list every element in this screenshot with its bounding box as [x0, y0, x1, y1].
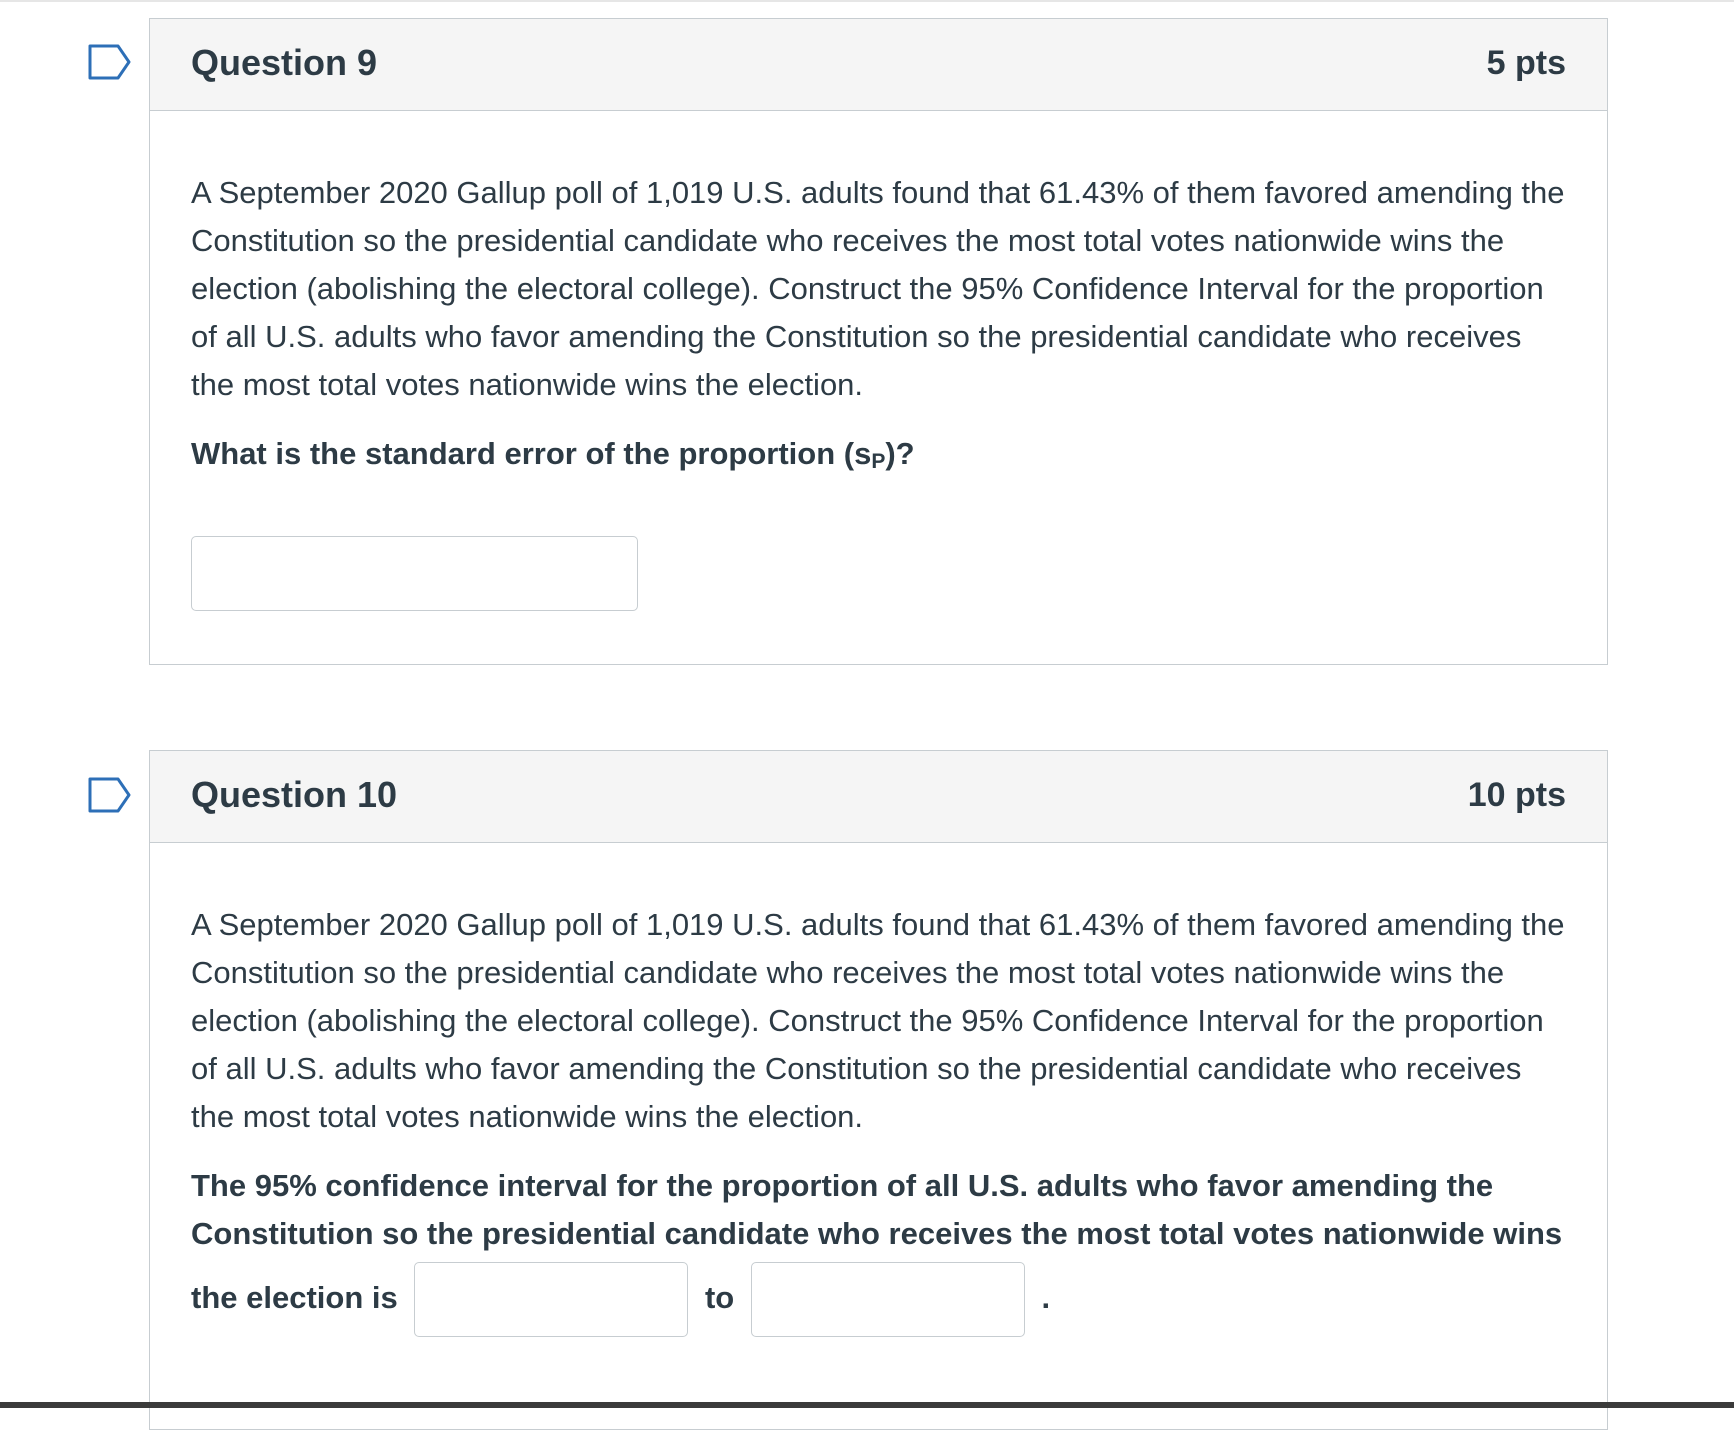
question-points: 5 pts — [1486, 44, 1566, 82]
question-prompt: What is the standard error of the propor… — [191, 430, 1566, 486]
top-divider — [0, 0, 1734, 2]
prompt-text: What is the standard error of the propor… — [191, 436, 872, 471]
question-body: A September 2020 Gallup poll of 1,019 U.… — [150, 111, 1607, 611]
sentence-period: . — [1041, 1280, 1051, 1315]
lower-bound-input[interactable] — [414, 1262, 689, 1338]
question-title: Question 9 — [191, 42, 378, 83]
flag-question-icon[interactable] — [88, 777, 132, 813]
bottom-edge-bar — [0, 1402, 1734, 1408]
question-points: 10 pts — [1467, 776, 1566, 814]
upper-bound-input[interactable] — [750, 1262, 1025, 1338]
flag-question-icon[interactable] — [88, 44, 132, 80]
standard-error-answer-input[interactable] — [191, 536, 638, 611]
question-body: A September 2020 Gallup poll of 1,019 U.… — [150, 843, 1607, 1338]
question-text: A September 2020 Gallup poll of 1,019 U.… — [191, 907, 1565, 1134]
connector-to: to — [704, 1280, 735, 1315]
question-card-9: Question 9 5 pts A September 2020 Gallup… — [149, 18, 1608, 665]
question-title: Question 10 — [191, 774, 398, 815]
question-text: A September 2020 Gallup poll of 1,019 U.… — [191, 175, 1565, 402]
prompt-text-end: )? — [885, 436, 915, 471]
interval-answer-row: the election is to . — [191, 1260, 1566, 1338]
question-card-10: Question 10 10 pts A September 2020 Gall… — [149, 750, 1608, 1430]
question-prompt: The 95% confidence interval for the prop… — [191, 1168, 1563, 1251]
question-header: Question 10 10 pts — [150, 751, 1607, 843]
prompt-subscript: P — [871, 450, 886, 473]
question-header: Question 9 5 pts — [150, 19, 1607, 111]
prompt-text-end: the election is — [191, 1280, 398, 1315]
